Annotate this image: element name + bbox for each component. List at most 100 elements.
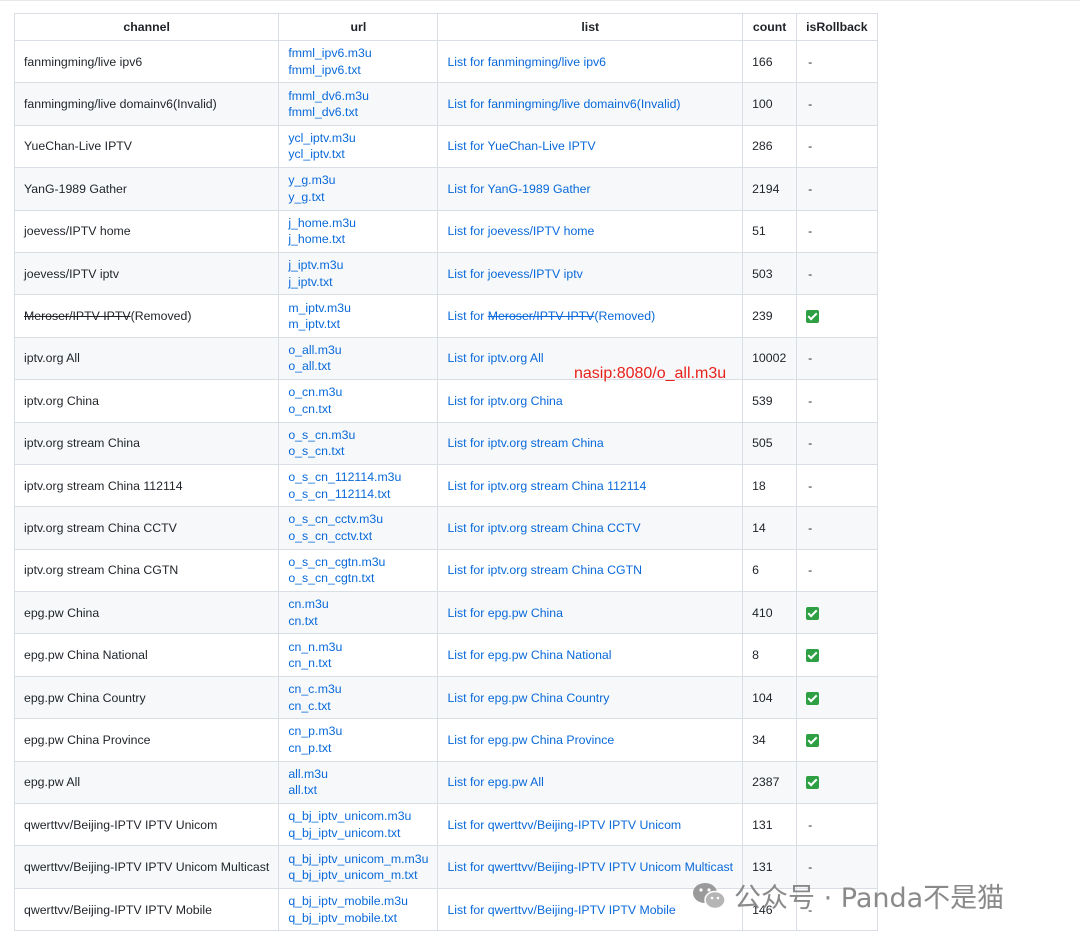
- check-icon: [806, 310, 820, 324]
- rollback-cell: -: [796, 548, 878, 593]
- list-link[interactable]: List for epg.pw China: [447, 606, 563, 620]
- m3u-link[interactable]: o_s_cn_cgtn.m3u: [288, 554, 428, 571]
- txt-link[interactable]: fmml_ipv6.txt: [288, 62, 428, 79]
- list-link[interactable]: List for qwerttvv/Beijing-IPTV IPTV Unic…: [447, 818, 681, 832]
- header-channel[interactable]: channel: [13, 13, 280, 41]
- txt-link[interactable]: o_all.txt: [288, 358, 428, 375]
- m3u-link[interactable]: q_bj_iptv_unicom_m.m3u: [288, 851, 428, 868]
- m3u-link[interactable]: o_s_cn_112114.m3u: [288, 469, 428, 486]
- m3u-link[interactable]: o_s_cn.m3u: [288, 427, 428, 444]
- table-row: fanmingming/live domainv6(Invalid) fmml_d…: [13, 82, 878, 126]
- list-link[interactable]: List for epg.pw China Country: [447, 691, 609, 705]
- m3u-link[interactable]: o_s_cn_cctv.m3u: [288, 511, 428, 528]
- list-link[interactable]: List for iptv.org stream China 112114: [447, 479, 646, 493]
- url-cell: y_g.m3u y_g.txt: [278, 167, 439, 211]
- channel-cell: iptv.org stream China CCTV: [13, 506, 280, 550]
- list-link[interactable]: List for joevess/IPTV home: [447, 224, 594, 238]
- top-divider: [0, 0, 1080, 1]
- m3u-link[interactable]: cn.m3u: [288, 596, 428, 613]
- rollback-dash: -: [808, 860, 813, 875]
- txt-link[interactable]: cn.txt: [288, 613, 428, 630]
- txt-link[interactable]: o_s_cn_cgtn.txt: [288, 570, 428, 587]
- m3u-link[interactable]: fmml_dv6.m3u: [288, 88, 428, 105]
- m3u-link[interactable]: y_g.m3u: [288, 172, 428, 189]
- list-link[interactable]: List for YueChan-Live IPTV: [447, 139, 595, 153]
- list-cell: List for joevess/IPTV home: [437, 209, 744, 253]
- list-link[interactable]: List for fanmingming/live domainv6(Inval…: [447, 97, 680, 111]
- list-link[interactable]: List for epg.pw All: [447, 775, 543, 789]
- list-link[interactable]: List for iptv.org stream China CCTV: [447, 521, 640, 535]
- txt-link[interactable]: o_s_cn_112114.txt: [288, 486, 428, 503]
- header-is-rollback[interactable]: isRollback: [796, 13, 878, 41]
- m3u-link[interactable]: q_bj_iptv_unicom.m3u: [288, 808, 428, 825]
- table-row: epg.pw China cn.m3u cn.txt List for epg.pw …: [13, 591, 878, 635]
- count-cell: 410: [742, 591, 798, 635]
- m3u-link[interactable]: ycl_iptv.m3u: [288, 130, 428, 147]
- m3u-link[interactable]: m_iptv.m3u: [288, 300, 428, 317]
- count-cell: 539: [742, 379, 798, 423]
- table-row: YueChan-Live IPTV ycl_iptv.m3u ycl_iptv.tx…: [13, 124, 878, 169]
- list-link[interactable]: List for fanmingming/live ipv6: [447, 55, 606, 69]
- m3u-link[interactable]: fmml_ipv6.m3u: [288, 45, 428, 62]
- list-link[interactable]: List for joevess/IPTV iptv: [447, 267, 582, 281]
- txt-link[interactable]: j_home.txt: [288, 231, 428, 248]
- txt-link[interactable]: y_g.txt: [288, 189, 428, 206]
- m3u-link[interactable]: j_iptv.m3u: [288, 257, 428, 274]
- txt-link[interactable]: cn_p.txt: [288, 740, 428, 757]
- rollback-cell: -: [796, 82, 878, 126]
- list-link[interactable]: List for qwerttvv/Beijing-IPTV IPTV Unic…: [447, 860, 733, 874]
- txt-link[interactable]: cn_c.txt: [288, 698, 428, 715]
- m3u-link[interactable]: cn_c.m3u: [288, 681, 428, 698]
- txt-link[interactable]: q_bj_iptv_unicom_m.txt: [288, 867, 428, 884]
- list-link[interactable]: List for YanG-1989 Gather: [447, 182, 590, 196]
- m3u-link[interactable]: cn_p.m3u: [288, 723, 428, 740]
- m3u-link[interactable]: j_home.m3u: [288, 215, 428, 232]
- list-link[interactable]: List for epg.pw China National: [447, 648, 611, 662]
- count-cell: 14: [742, 506, 798, 550]
- channel-cell: epg.pw China: [13, 591, 280, 635]
- txt-link[interactable]: all.txt: [288, 782, 428, 799]
- m3u-link[interactable]: cn_n.m3u: [288, 639, 428, 656]
- table-row: iptv.org stream China o_s_cn.m3u o_s_cn.tx…: [13, 421, 878, 465]
- header-count[interactable]: count: [742, 13, 798, 41]
- list-link[interactable]: List for iptv.org stream China: [447, 436, 603, 450]
- txt-link[interactable]: fmml_dv6.txt: [288, 104, 428, 121]
- channel-name: iptv.org stream China CCTV: [24, 520, 177, 535]
- list-cell: List for iptv.org stream China: [437, 421, 744, 465]
- channel-cell: joevess/IPTV home: [13, 209, 280, 253]
- txt-link[interactable]: q_bj_iptv_unicom.txt: [288, 825, 428, 842]
- url-cell: o_all.m3u o_all.txt: [278, 336, 439, 381]
- list-link[interactable]: List for Meroser/IPTV IPTV(Removed): [447, 309, 655, 323]
- channel-cell: YueChan-Live IPTV: [13, 124, 280, 169]
- rollback-cell: -: [796, 379, 878, 423]
- m3u-link[interactable]: o_cn.m3u: [288, 384, 428, 401]
- txt-link[interactable]: m_iptv.txt: [288, 316, 428, 333]
- txt-link[interactable]: o_cn.txt: [288, 401, 428, 418]
- m3u-link[interactable]: all.m3u: [288, 766, 428, 783]
- list-link[interactable]: List for epg.pw China Province: [447, 733, 614, 747]
- txt-link[interactable]: o_s_cn.txt: [288, 443, 428, 460]
- m3u-link[interactable]: q_bj_iptv_mobile.m3u: [288, 893, 428, 910]
- rollback-dash: -: [808, 351, 813, 366]
- list-link[interactable]: List for iptv.org stream China CGTN: [447, 563, 642, 577]
- count-cell: 34: [742, 718, 798, 762]
- table-row: joevess/IPTV home j_home.m3u j_home.txt Lis…: [13, 209, 878, 253]
- txt-link[interactable]: o_s_cn_cctv.txt: [288, 528, 428, 545]
- header-list[interactable]: list: [437, 13, 744, 41]
- channel-cell: Meroser/IPTV IPTV(Removed): [13, 294, 280, 338]
- rollback-dash: -: [808, 436, 813, 451]
- rollback-cell: [796, 760, 878, 805]
- list-link-strike: Meroser/IPTV IPTV: [487, 309, 595, 324]
- list-link[interactable]: List for qwerttvv/Beijing-IPTV IPTV Mobi…: [447, 903, 675, 917]
- header-url[interactable]: url: [278, 13, 439, 41]
- m3u-link[interactable]: o_all.m3u: [288, 342, 428, 359]
- txt-link[interactable]: q_bj_iptv_mobile.txt: [288, 910, 428, 927]
- channel-cell: epg.pw All: [13, 760, 280, 805]
- rollback-cell: [796, 633, 878, 677]
- list-link[interactable]: List for iptv.org All: [447, 351, 543, 365]
- txt-link[interactable]: cn_n.txt: [288, 655, 428, 672]
- list-link[interactable]: List for iptv.org China: [447, 394, 562, 408]
- rollback-dash: -: [808, 54, 813, 69]
- txt-link[interactable]: ycl_iptv.txt: [288, 146, 428, 163]
- txt-link[interactable]: j_iptv.txt: [288, 274, 428, 291]
